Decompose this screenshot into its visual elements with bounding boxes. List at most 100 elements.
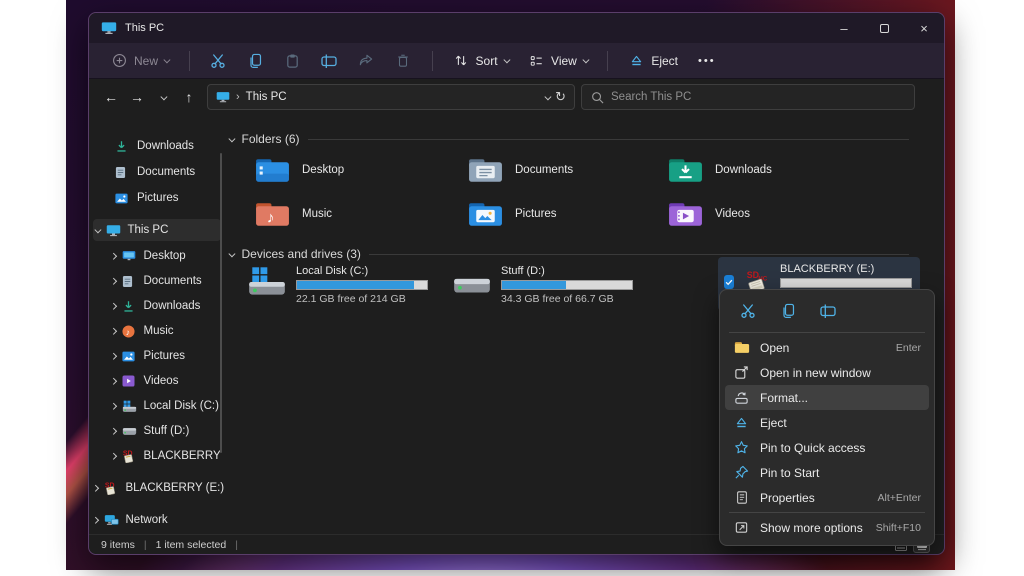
eject-button[interactable]: Eject: [620, 47, 686, 74]
new-button[interactable]: New: [103, 47, 177, 74]
chevron-right-icon[interactable]: [110, 378, 116, 384]
folders-section-header[interactable]: Folders (6): [229, 132, 909, 146]
rename-button[interactable]: [313, 47, 346, 74]
sidebar-item-videos[interactable]: Videos: [111, 370, 178, 392]
sidebar-label: Videos: [144, 375, 179, 387]
forward-button[interactable]: →: [125, 85, 149, 109]
titlebar[interactable]: This PC – ×: [89, 13, 944, 43]
sidebar-scrollbar[interactable]: [220, 153, 222, 453]
chevron-right-icon[interactable]: [92, 485, 98, 491]
sort-button[interactable]: Sort: [445, 47, 517, 74]
folder-tile-documents[interactable]: Documents: [467, 151, 662, 189]
folder-tile-downloads[interactable]: Downloads: [667, 151, 862, 189]
chevron-right-icon[interactable]: [110, 253, 116, 259]
folder-tile-pictures[interactable]: Pictures: [467, 195, 662, 233]
view-button[interactable]: View: [520, 47, 595, 74]
chevron-right-icon[interactable]: [110, 328, 116, 334]
menu-item-properties[interactable]: Properties Alt+Enter: [725, 485, 929, 510]
sidebar-item-downloads-pinned[interactable]: Downloads: [115, 135, 194, 157]
drive-local-disk-c[interactable]: Local Disk (C:) 22.1 GB free of 214 GB: [246, 265, 428, 305]
share-button[interactable]: [350, 47, 383, 74]
sd-card-icon: SD: [122, 449, 138, 463]
sidebar-label: Stuff (D:): [144, 425, 190, 437]
eject-icon: [628, 52, 645, 69]
ellipsis-icon: •••: [698, 55, 716, 67]
folder-tile-desktop[interactable]: Desktop: [254, 151, 449, 189]
sidebar-item-downloads[interactable]: Downloads: [111, 295, 200, 317]
chevron-down-icon[interactable]: [95, 226, 101, 232]
drive-name: Local Disk (C:): [296, 265, 428, 277]
star-icon: [733, 440, 750, 455]
up-button[interactable]: ↑: [177, 85, 201, 109]
sidebar-item-documents-pinned[interactable]: Documents: [115, 161, 195, 183]
sidebar-item-pictures-pinned[interactable]: Pictures: [115, 187, 179, 209]
chevron-right-icon[interactable]: [92, 517, 98, 523]
window-title: This PC: [125, 22, 164, 34]
menu-item-format[interactable]: Format...: [725, 385, 929, 410]
back-button[interactable]: ←: [99, 85, 123, 109]
cut-button[interactable]: [202, 47, 235, 74]
chevron-right-icon[interactable]: [110, 353, 116, 359]
sidebar-label: BLACKBERRY (E:): [144, 450, 225, 462]
menu-item-open[interactable]: Open Enter: [725, 335, 929, 360]
sidebar-item-network[interactable]: Network: [93, 509, 168, 531]
sort-label: Sort: [476, 54, 498, 68]
selection-count: 1 item selected: [156, 539, 227, 551]
chevron-right-icon[interactable]: [110, 453, 116, 459]
paste-button[interactable]: [276, 47, 309, 74]
sidebar-item-this-pc[interactable]: This PC: [93, 219, 221, 241]
menu-divider: [729, 512, 925, 513]
documents-folder-icon: [467, 155, 504, 186]
address-bar[interactable]: › This PC ↻: [207, 84, 575, 110]
sidebar-item-stuff-d[interactable]: Stuff (D:): [111, 420, 189, 442]
search-box[interactable]: Search This PC: [581, 84, 915, 110]
collapse-icon[interactable]: [229, 135, 235, 141]
close-button[interactable]: ×: [904, 13, 944, 43]
maximize-button[interactable]: [864, 13, 904, 43]
folder-tile-music[interactable]: ♪ Music: [254, 195, 449, 233]
sidebar-item-local-disk-c[interactable]: Local Disk (C:): [111, 395, 219, 417]
breadcrumb[interactable]: This PC: [246, 91, 287, 103]
sidebar-label: Documents: [137, 166, 195, 178]
menu-item-pin-quick-access[interactable]: Pin to Quick access: [725, 435, 929, 460]
minimize-button[interactable]: –: [824, 13, 864, 43]
chevron-right-icon[interactable]: [110, 403, 116, 409]
chevron-right-icon[interactable]: [110, 428, 116, 434]
delete-button[interactable]: [387, 47, 420, 74]
show-more-icon: [733, 520, 750, 535]
copy-button[interactable]: [239, 47, 272, 74]
menu-label: Open in new window: [760, 366, 911, 380]
collapse-icon[interactable]: [229, 250, 235, 256]
rename-button[interactable]: [813, 299, 843, 323]
menu-label: Properties: [760, 491, 868, 505]
selection-checkbox[interactable]: [724, 275, 734, 289]
menu-item-eject[interactable]: Eject: [725, 410, 929, 435]
recent-locations-button[interactable]: [151, 85, 175, 109]
chevron-right-icon[interactable]: [110, 303, 116, 309]
music-folder-icon: ♪: [254, 199, 291, 230]
copy-button[interactable]: [773, 299, 803, 323]
cut-button[interactable]: [733, 299, 763, 323]
trash-icon: [395, 52, 412, 69]
menu-item-show-more-options[interactable]: Show more options Shift+F10: [725, 515, 929, 540]
menu-label: Pin to Start: [760, 466, 911, 480]
drive-stuff-d[interactable]: Stuff (D:) 34.3 GB free of 66.7 GB: [451, 265, 633, 305]
chevron-right-icon[interactable]: [110, 278, 116, 284]
video-icon: [122, 374, 138, 388]
menu-label: Format...: [760, 391, 911, 405]
folder-tile-videos[interactable]: Videos: [667, 195, 862, 233]
more-options-button[interactable]: •••: [690, 50, 724, 72]
address-dropdown-icon[interactable]: [544, 93, 550, 99]
sidebar-item-documents[interactable]: Documents: [111, 270, 202, 292]
sidebar-item-desktop[interactable]: Desktop: [111, 245, 186, 267]
refresh-icon[interactable]: ↻: [555, 89, 566, 105]
check-icon: [724, 277, 734, 287]
sidebar-item-blackberry-e[interactable]: SD BLACKBERRY (E:): [93, 477, 224, 499]
this-pc-icon: [106, 223, 122, 237]
menu-item-pin-to-start[interactable]: Pin to Start: [725, 460, 929, 485]
menu-item-open-new-window[interactable]: Open in new window: [725, 360, 929, 385]
sidebar-item-blackberry-e-tree[interactable]: SD BLACKBERRY (E:): [111, 445, 224, 467]
sidebar-item-music[interactable]: ♪ Music: [111, 320, 174, 342]
status-separator: |: [144, 539, 147, 551]
sidebar-item-pictures[interactable]: Pictures: [111, 345, 185, 367]
